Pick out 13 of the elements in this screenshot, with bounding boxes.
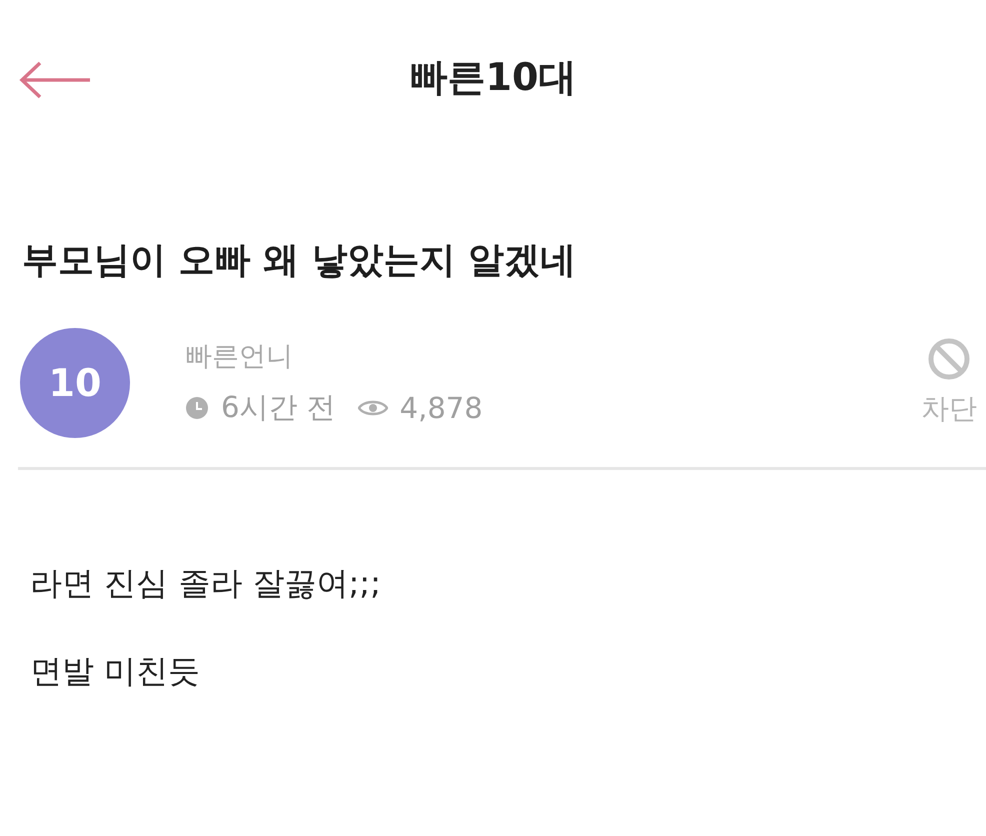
back-arrow-icon — [18, 60, 92, 100]
block-icon — [928, 338, 970, 380]
body-text: 라면 진심 졸라 잘끓여;;; — [30, 563, 382, 604]
page-title: 빠른10대 — [410, 55, 576, 99]
post-title: 부모님이 오빠 왜 낳았는지 알겠네 — [21, 239, 578, 283]
author-name: 빠른언니 — [185, 340, 294, 374]
clock-icon — [185, 396, 209, 420]
avatar: 10 — [20, 328, 130, 438]
block-button[interactable]: 차단 — [914, 338, 984, 428]
eye-icon — [358, 398, 388, 418]
post-time: 6시간 전 — [221, 389, 336, 426]
view-count: 4,878 — [400, 391, 483, 425]
body-text: 면발 미친듯 — [30, 651, 202, 692]
